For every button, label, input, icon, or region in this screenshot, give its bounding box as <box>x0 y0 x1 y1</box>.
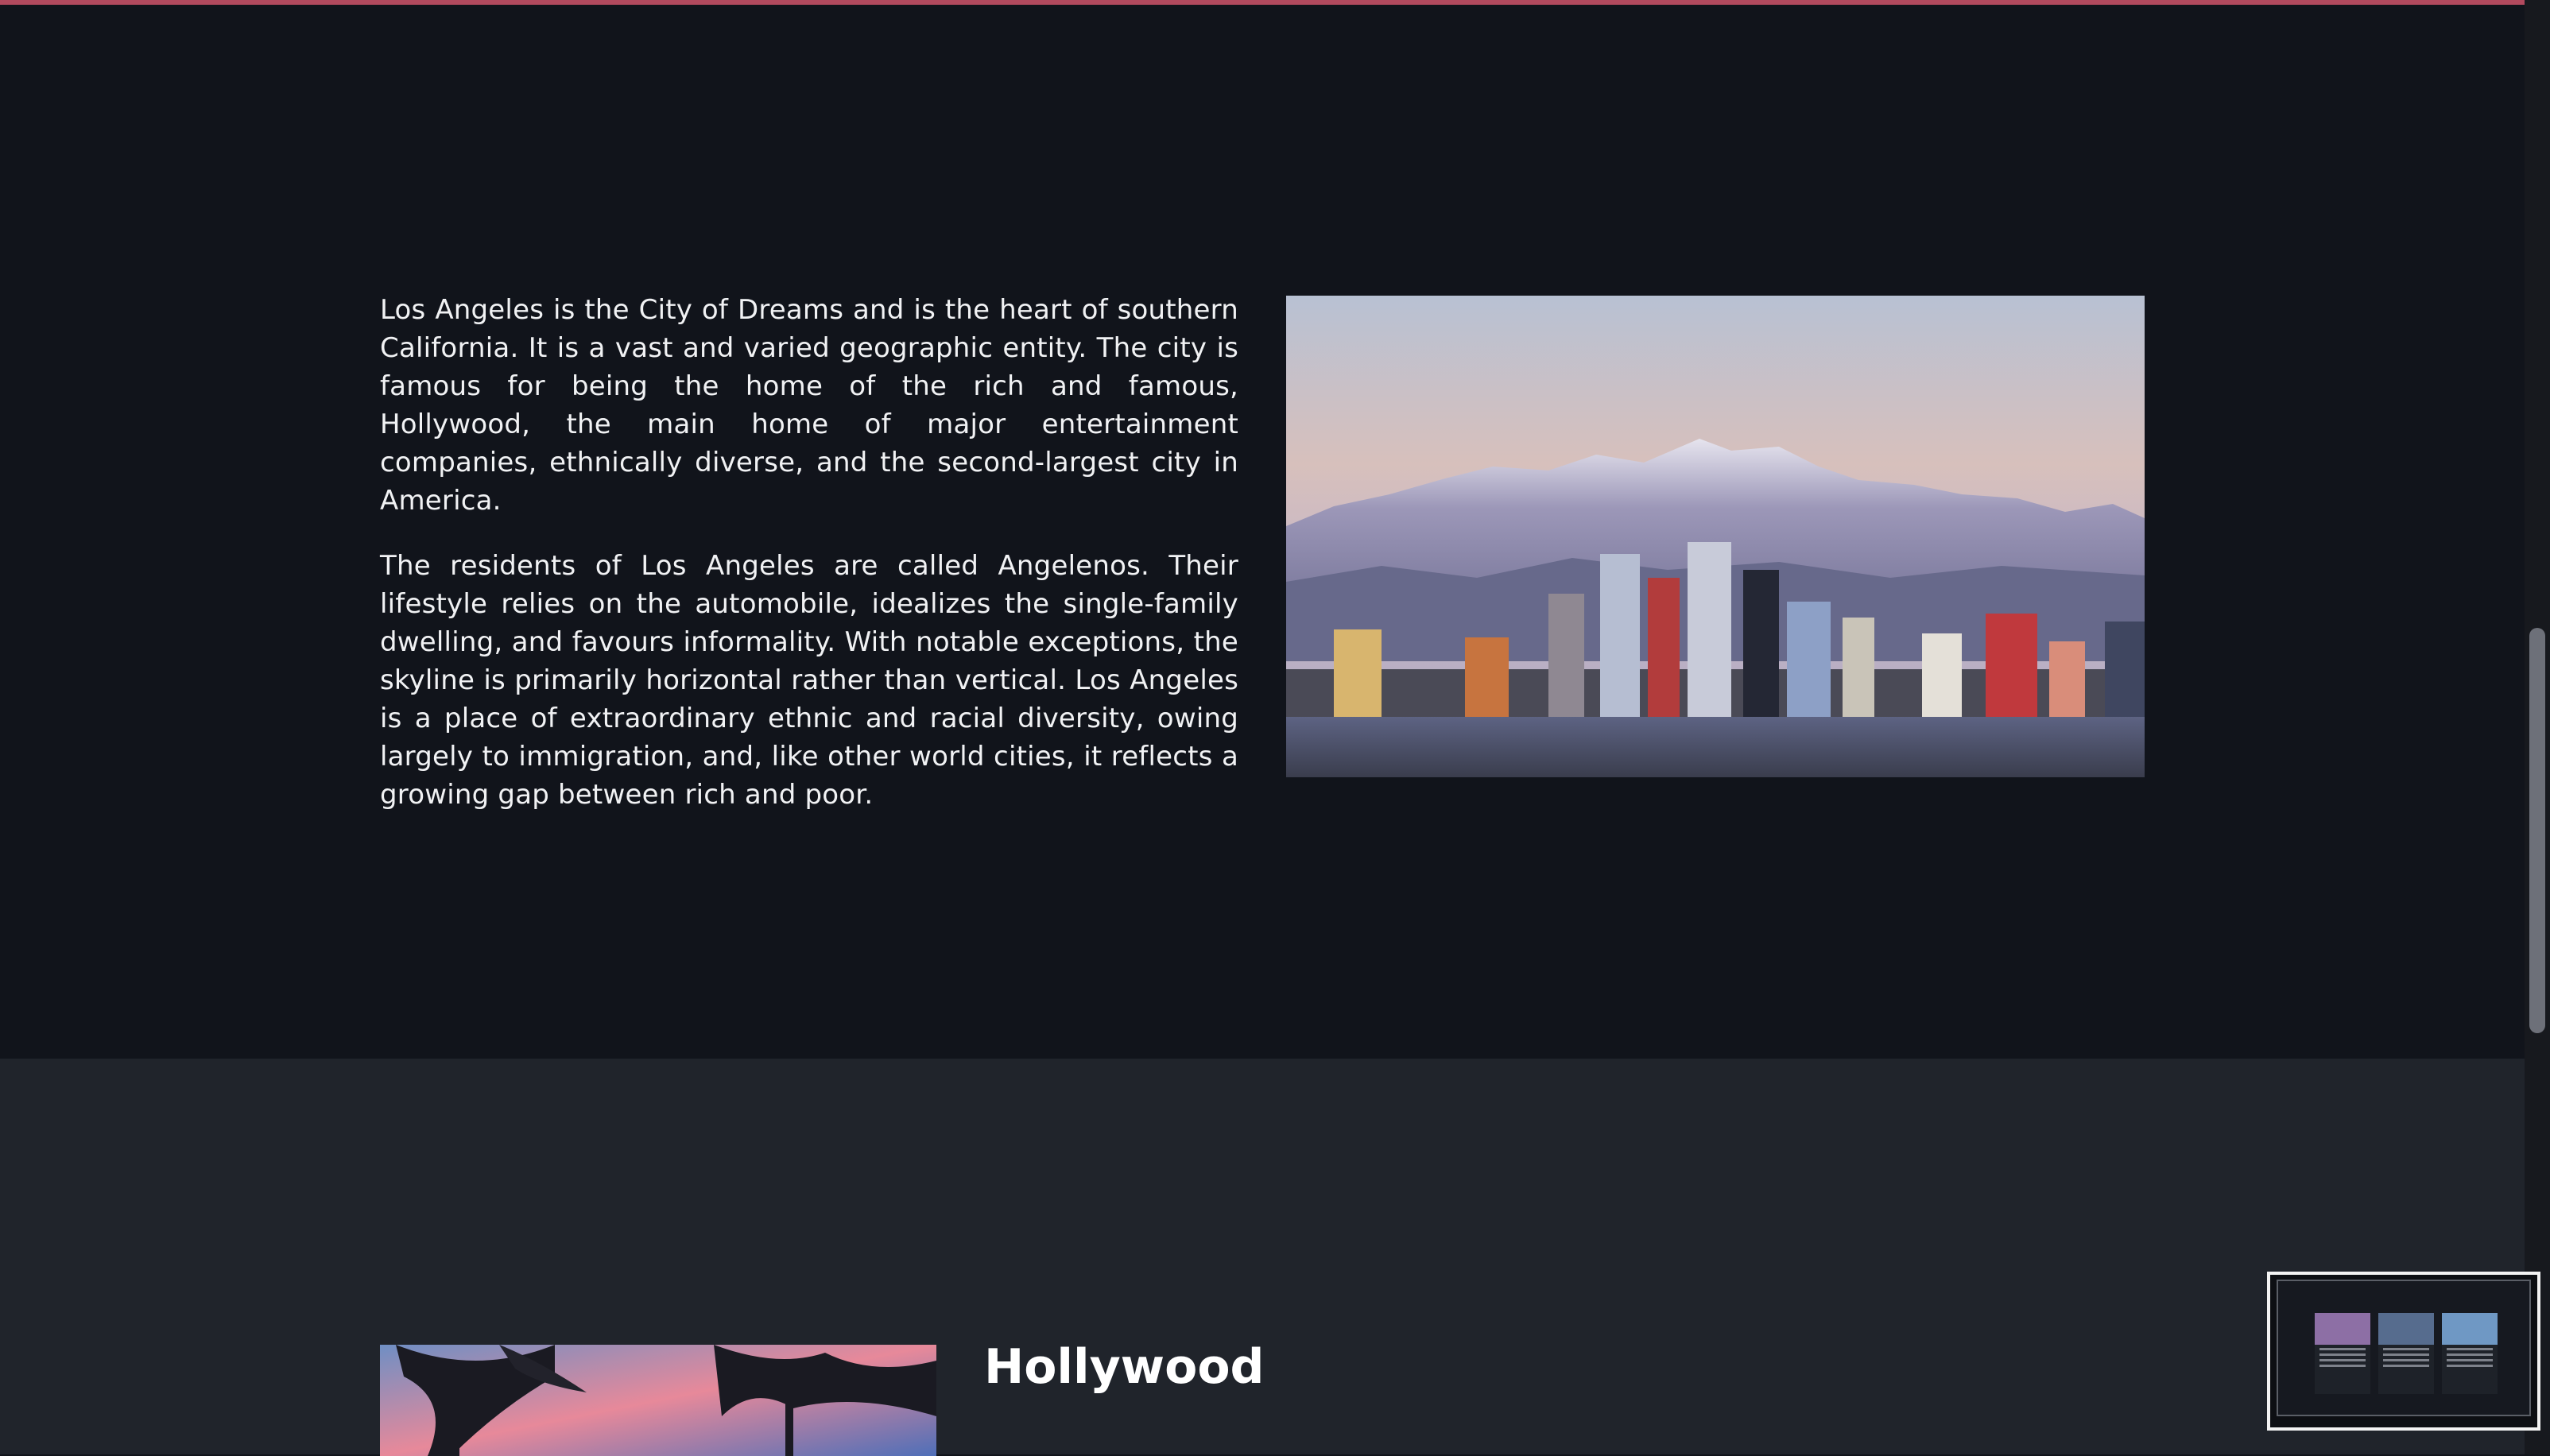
hollywood-section: Hollywood <box>0 1059 2525 1456</box>
minimap-card-3 <box>2442 1313 2498 1394</box>
minimap-card-2 <box>2378 1313 2434 1394</box>
intro-paragraph-2: The residents of Los Angeles are called … <box>380 550 1238 811</box>
minimap-viewport <box>2277 1280 2531 1416</box>
intro-paragraph-1: Los Angeles is the City of Dreams and is… <box>380 294 1238 517</box>
minimap-card-1 <box>2315 1313 2370 1394</box>
hollywood-palm-trees-image <box>380 1345 936 1456</box>
intro-section: Los Angeles is the City of Dreams and is… <box>0 5 2525 1059</box>
los-angeles-skyline-image <box>1286 296 2145 777</box>
page-minimap[interactable] <box>2267 1272 2540 1431</box>
vertical-scrollbar[interactable] <box>2525 0 2550 1454</box>
scrollbar-thumb[interactable] <box>2529 628 2545 1033</box>
hollywood-title: Hollywood <box>984 1339 1265 1395</box>
intro-text: Los Angeles is the City of Dreams and is… <box>380 291 1238 841</box>
